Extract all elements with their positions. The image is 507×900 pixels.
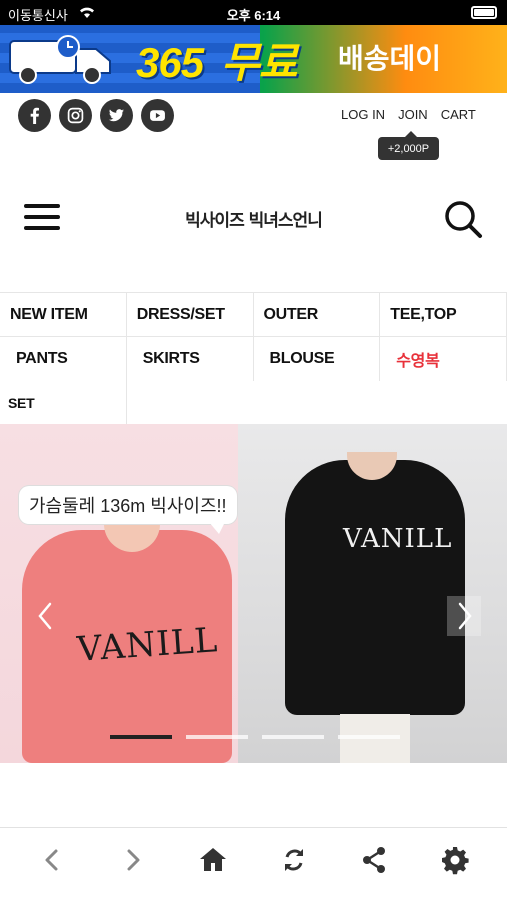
category-set[interactable]: SET xyxy=(0,381,127,425)
cart-link[interactable]: CART xyxy=(441,107,476,122)
chevron-right-icon xyxy=(127,849,140,871)
chevron-right-icon[interactable] xyxy=(447,596,481,636)
back-button[interactable] xyxy=(30,838,74,882)
instagram-icon xyxy=(67,107,84,124)
category-blouse[interactable]: BLOUSE xyxy=(254,337,381,381)
search-icon[interactable] xyxy=(443,199,483,239)
forward-button[interactable] xyxy=(111,838,155,882)
category-outer[interactable]: OUTER xyxy=(253,293,381,337)
social-links xyxy=(18,99,174,132)
battery-icon xyxy=(471,6,497,19)
join-points-badge: +2,000P xyxy=(378,131,439,160)
twitter-icon xyxy=(108,109,124,122)
promo-headline: 365 무료 xyxy=(136,29,297,90)
youtube-icon xyxy=(150,110,165,121)
chevron-left-icon xyxy=(45,849,58,871)
status-bar: 이동통신사 오후 6:14 xyxy=(0,0,507,25)
twitter-button[interactable] xyxy=(100,99,133,132)
pink-tshirt-model: VANILL xyxy=(22,522,232,763)
category-skirts[interactable]: SKIRTS xyxy=(127,337,254,381)
category-empty xyxy=(127,381,254,425)
category-swimwear[interactable]: 수영복 xyxy=(380,337,507,381)
share-button[interactable] xyxy=(352,838,396,882)
home-button[interactable] xyxy=(191,838,235,882)
category-tee-top[interactable]: TEE,TOP xyxy=(380,293,507,337)
category-menu: NEW ITEM DRESS/SET OUTER TEE,TOP PANTS S… xyxy=(0,292,507,425)
pink-shirt-print: VANILL xyxy=(75,620,220,670)
facebook-button[interactable] xyxy=(18,99,51,132)
category-row: PANTS SKIRTS BLOUSE 수영복 xyxy=(0,337,507,381)
facebook-icon xyxy=(30,107,39,124)
category-row: NEW ITEM DRESS/SET OUTER TEE,TOP xyxy=(0,293,507,337)
site-logo[interactable]: 빅사이즈 빅녀스언니 xyxy=(0,206,507,231)
promo-banner[interactable]: 365 무료 배송데이 xyxy=(0,25,507,93)
clock: 오후 6:14 xyxy=(226,8,281,23)
slider-dot[interactable] xyxy=(338,735,400,739)
gear-icon xyxy=(441,847,469,875)
youtube-button[interactable] xyxy=(141,99,174,132)
model-neck xyxy=(347,452,397,480)
category-pants[interactable]: PANTS xyxy=(0,337,127,381)
chevron-left-icon[interactable] xyxy=(30,596,60,636)
slider-dot[interactable] xyxy=(262,735,324,739)
refresh-button[interactable] xyxy=(272,838,316,882)
promo-number: 365 xyxy=(136,39,204,86)
category-dress-set[interactable]: DRESS/SET xyxy=(126,293,254,337)
slide-caption-bubble: 가슴둘레 136m 빅사이즈!! xyxy=(19,486,237,534)
delivery-truck-icon xyxy=(9,35,111,84)
promo-tagline: 배송데이 xyxy=(338,43,442,74)
account-links: LOG IN JOIN CART xyxy=(341,107,476,122)
login-link[interactable]: LOG IN xyxy=(341,107,385,122)
model-neck xyxy=(104,522,160,552)
black-tshirt-model: VANILL xyxy=(285,452,465,715)
slider-dot[interactable] xyxy=(186,735,248,739)
category-new-item[interactable]: NEW ITEM xyxy=(0,293,127,337)
black-shirt-print: VANILL xyxy=(343,524,453,554)
instagram-button[interactable] xyxy=(59,99,92,132)
settings-button[interactable] xyxy=(433,838,477,882)
category-row: SET xyxy=(0,381,507,425)
bottom-toolbar xyxy=(0,827,507,900)
slider-dot[interactable] xyxy=(110,735,172,739)
site-header: 빅사이즈 빅녀스언니 xyxy=(0,190,507,245)
hero-slider[interactable]: VANILL VANILL 가슴둘레 136m 빅사이즈!! xyxy=(0,424,507,763)
join-link[interactable]: JOIN xyxy=(398,107,428,122)
slider-pagination xyxy=(110,735,400,739)
refresh-icon xyxy=(284,849,303,871)
share-icon xyxy=(363,847,386,873)
promo-free: 무료 xyxy=(221,39,297,86)
home-icon xyxy=(200,848,227,871)
